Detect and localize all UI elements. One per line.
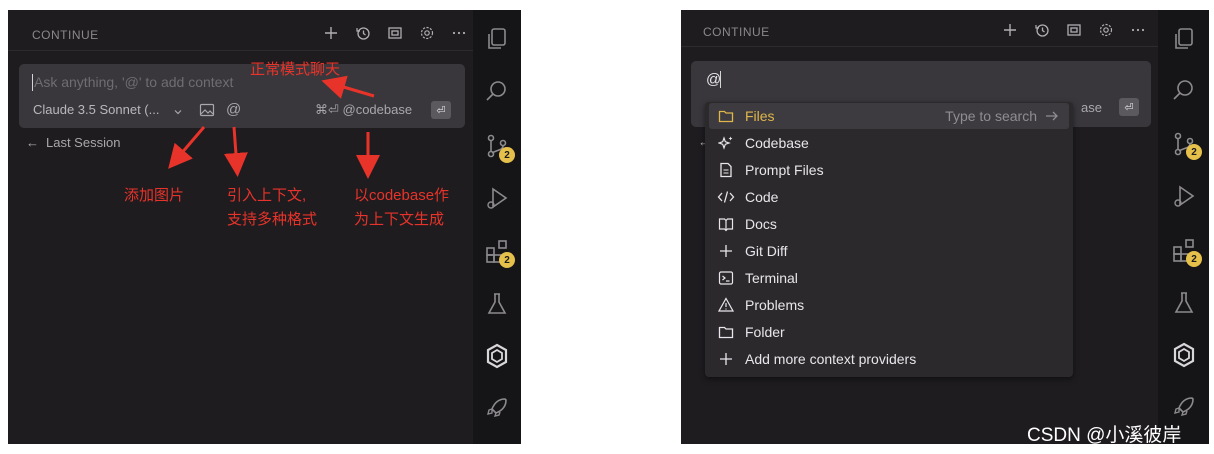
search-hint-text: Type to search <box>945 108 1037 124</box>
source-control-badge: 2 <box>499 147 515 163</box>
dropdown-item-terminal[interactable]: Terminal <box>709 265 1069 291</box>
testing-flask-icon[interactable] <box>483 290 511 318</box>
csdn-watermark: CSDN @小溪彼岸 <box>1027 425 1182 446</box>
dropdown-item-codebase[interactable]: Codebase <box>709 130 1069 156</box>
submit-button[interactable]: ⏎ <box>1119 98 1139 116</box>
chat-area: CONTINUE @ ase ⏎ Files Type to search Co… <box>681 10 1158 444</box>
model-selector[interactable]: Claude 3.5 Sonnet (... <box>33 102 159 117</box>
continue-logo-icon[interactable] <box>1170 341 1198 369</box>
more-options-icon[interactable] <box>448 22 470 44</box>
chat-input-value[interactable]: @ <box>706 71 721 88</box>
activity-bar: 2 2 <box>1158 10 1209 444</box>
fullscreen-icon[interactable] <box>1063 19 1085 41</box>
run-debug-icon[interactable] <box>483 184 511 212</box>
dropdown-item-label: Codebase <box>745 135 809 151</box>
text-caret <box>32 74 33 91</box>
explorer-icon[interactable] <box>1170 25 1198 53</box>
plus-icon <box>717 242 735 260</box>
header-toolbar <box>999 19 1149 41</box>
dropdown-item-label: Add more context providers <box>745 351 917 367</box>
dropdown-item-prompt-files[interactable]: Prompt Files <box>709 157 1069 183</box>
header-divider <box>681 46 1158 47</box>
search-icon[interactable] <box>483 77 511 105</box>
settings-gear-icon[interactable] <box>1095 19 1117 41</box>
activity-bar: 2 2 <box>473 10 521 444</box>
extensions-badge: 2 <box>499 252 515 268</box>
dropdown-item-add-providers[interactable]: Add more context providers <box>709 346 1069 372</box>
last-session-link[interactable]: Last Session <box>46 135 120 150</box>
codebase-shortcut[interactable]: ⌘⏎ @codebase <box>315 102 412 118</box>
dropdown-item-label: Terminal <box>745 270 798 286</box>
folder-icon <box>717 107 735 125</box>
book-icon <box>717 215 735 233</box>
dropdown-item-label: Folder <box>745 324 785 340</box>
panel-title: CONTINUE <box>32 28 99 42</box>
dropdown-item-folder[interactable]: Folder <box>709 319 1069 345</box>
arrow-right-icon <box>1046 111 1058 121</box>
last-session-arrow-icon[interactable]: ← <box>26 135 39 150</box>
new-session-icon[interactable] <box>320 22 342 44</box>
run-debug-icon[interactable] <box>1170 182 1198 210</box>
code-icon <box>717 188 735 206</box>
fullscreen-icon[interactable] <box>384 22 406 44</box>
source-control-badge: 2 <box>1186 144 1202 160</box>
dropdown-item-git-diff[interactable]: Git Diff <box>709 238 1069 264</box>
at-mention-button[interactable]: @ <box>226 101 241 118</box>
text-caret <box>720 71 721 88</box>
panel-title: CONTINUE <box>703 25 770 39</box>
annotation-codebase-2: 为上下文生成 <box>354 211 445 228</box>
more-options-icon[interactable] <box>1127 19 1149 41</box>
annotation-normal-chat: 正常模式聊天 <box>250 61 341 78</box>
dropdown-item-docs[interactable]: Docs <box>709 211 1069 237</box>
plus-icon <box>717 350 735 368</box>
dropdown-item-files[interactable]: Files Type to search <box>709 103 1069 129</box>
chevron-down-icon[interactable] <box>173 104 183 122</box>
settings-gear-icon[interactable] <box>416 22 438 44</box>
annotation-at-context-1: 引入上下文, <box>227 187 307 204</box>
warning-icon <box>717 296 735 314</box>
continue-logo-icon[interactable] <box>483 342 511 370</box>
image-icon[interactable] <box>199 102 215 123</box>
submit-button[interactable]: ⏎ <box>431 101 451 119</box>
search-icon[interactable] <box>1170 76 1198 104</box>
rocket-icon[interactable] <box>483 394 511 422</box>
terminal-icon <box>717 269 735 287</box>
type-to-search-hint: Type to search <box>945 108 1059 124</box>
chat-input-box[interactable]: Ask anything, '@' to add context Claude … <box>19 64 465 128</box>
sparkle-icon <box>717 134 735 152</box>
annotation-add-image: 添加图片 <box>124 187 185 204</box>
enter-icon: ⏎ <box>436 104 446 117</box>
dropdown-item-label: Code <box>745 189 779 205</box>
new-session-icon[interactable] <box>999 19 1021 41</box>
file-icon <box>717 161 735 179</box>
header-toolbar <box>320 22 470 44</box>
chat-area: CONTINUE Ask anything, '@' to add contex… <box>8 10 473 444</box>
dropdown-item-label: Git Diff <box>745 243 788 259</box>
enter-icon: ⏎ <box>1124 101 1134 114</box>
history-icon[interactable] <box>1031 19 1053 41</box>
dropdown-item-problems[interactable]: Problems <box>709 292 1069 318</box>
dropdown-item-code[interactable]: Code <box>709 184 1069 210</box>
annotation-codebase-1: 以codebase作 <box>354 187 450 204</box>
dropdown-item-label: Prompt Files <box>745 162 824 178</box>
header-divider <box>8 50 473 51</box>
explorer-icon[interactable] <box>483 25 511 53</box>
rocket-icon[interactable] <box>1170 393 1198 421</box>
context-provider-dropdown: Files Type to search Codebase Prompt Fil… <box>705 102 1073 377</box>
dropdown-item-label: Problems <box>745 297 805 313</box>
extensions-badge: 2 <box>1186 251 1202 267</box>
dropdown-item-label: Docs <box>745 216 777 232</box>
annotation-at-context-2: 支持多种格式 <box>227 211 318 228</box>
codebase-shortcut-fragment[interactable]: ase <box>1081 100 1102 115</box>
continue-panel-right: CONTINUE @ ase ⏎ Files Type to search Co… <box>681 10 1209 444</box>
testing-flask-icon[interactable] <box>1170 289 1198 317</box>
history-icon[interactable] <box>352 22 374 44</box>
folder-icon <box>717 323 735 341</box>
continue-panel-left: CONTINUE Ask anything, '@' to add contex… <box>8 10 521 444</box>
chat-input-placeholder[interactable]: Ask anything, '@' to add context <box>34 74 233 90</box>
dropdown-item-label: Files <box>745 108 775 124</box>
